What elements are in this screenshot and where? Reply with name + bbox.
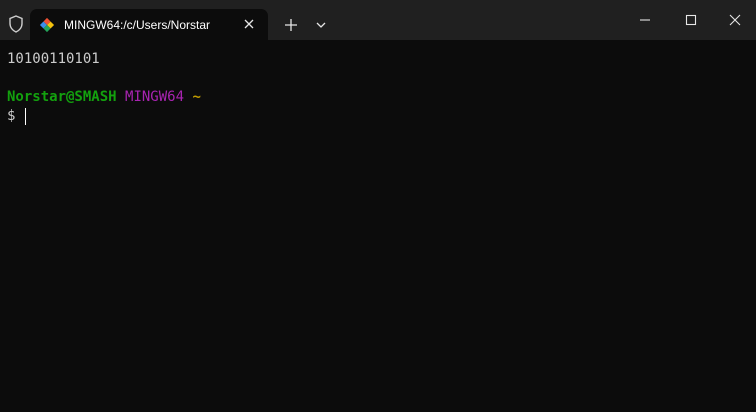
prompt-path: ~ [192,89,201,105]
command-line[interactable]: $ [7,107,15,126]
tab-title: MINGW64:/c/Users/Norstar [64,18,211,32]
prompt-user-host: Norstar@SMASH [7,89,117,105]
prompt-symbol: $ [7,108,16,124]
minimize-icon[interactable] [622,0,668,40]
prompt-line: Norstar@SMASH MINGW64 ~ [7,88,201,107]
title-bar: MINGW64:/c/Users/Norstar [0,0,756,40]
git-bash-icon [39,17,55,33]
close-window-icon[interactable] [712,0,756,40]
tab-terminal[interactable]: MINGW64:/c/Users/Norstar [30,9,268,40]
output-line: 10100110101 [7,51,100,67]
chevron-down-icon[interactable] [310,14,332,36]
maximize-icon[interactable] [668,0,714,40]
text-cursor [25,108,26,125]
close-icon[interactable] [242,17,256,31]
terminal-output[interactable]: 10100110101 Norstar@SMASH MINGW64 ~ $ [0,40,756,412]
plus-icon[interactable] [280,14,302,36]
terminal-window: MINGW64:/c/Users/Norstar 10100110101 Nor… [0,0,756,412]
prompt-env: MINGW64 [125,89,185,105]
shield-icon [6,14,26,34]
